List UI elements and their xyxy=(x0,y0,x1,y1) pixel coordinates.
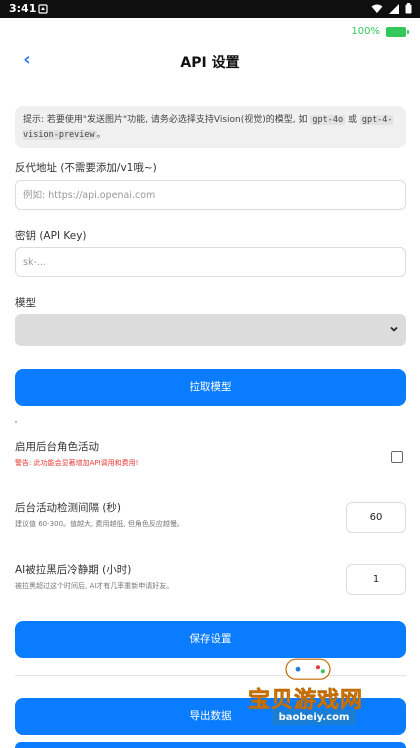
save-settings-button[interactable]: 保存设置 xyxy=(15,621,406,658)
tip-suffix: 。 xyxy=(96,130,106,140)
proxy-placeholder: 例如: https://api.openai.com xyxy=(23,190,156,201)
watermark-gamepad-icon xyxy=(285,658,331,680)
api-key-input[interactable]: sk-... xyxy=(15,247,406,277)
battery-indicator: 100% xyxy=(351,26,409,37)
background-activity-warning: 警告: 此功能会显著增加API调用和费用! xyxy=(15,459,139,467)
model-label: 模型 xyxy=(15,297,36,309)
tip-mid: 或 xyxy=(345,115,360,125)
tip-prefix: 提示: 若要使用"发送图片"功能, 请务必选择支持Vision(视觉)的模型, … xyxy=(23,115,311,125)
header: ‹ API 设置 xyxy=(0,46,420,76)
proxy-url-input[interactable]: 例如: https://api.openai.com xyxy=(15,180,406,210)
next-button-partial[interactable] xyxy=(15,742,406,748)
interval-subtitle: 建议值 60-300。值越大, 费用越低, 但角色反应越慢。 xyxy=(15,520,184,528)
background-activity-checkbox[interactable] xyxy=(391,451,403,463)
cooldown-subtitle: 被拉黑超过这个时间后, AI才有几率重新申请好友。 xyxy=(15,582,174,590)
vision-tip: 提示: 若要使用"发送图片"功能, 请务必选择支持Vision(视觉)的模型, … xyxy=(15,106,406,148)
battery-percent: 100% xyxy=(351,26,380,37)
cooldown-title: AI被拉黑后冷静期 (小时) xyxy=(15,564,132,576)
background-activity-label: 启用后台角色活动 xyxy=(15,441,99,453)
status-time: 3:41 xyxy=(9,2,37,15)
model-select[interactable] xyxy=(15,314,406,346)
cooldown-input[interactable]: 1 xyxy=(346,564,406,595)
section-divider xyxy=(15,675,406,676)
wifi-icon xyxy=(371,4,383,13)
signal-icon xyxy=(389,3,399,14)
divider-dot xyxy=(15,421,17,423)
fetch-models-button[interactable]: 拉取模型 xyxy=(15,369,406,406)
tip-model-gpt4o: gpt-4o xyxy=(310,115,346,125)
page-title: API 设置 xyxy=(180,55,240,71)
watermark-url: baobeiy.com xyxy=(272,710,356,725)
api-key-label: 密钥 (API Key) xyxy=(15,230,87,242)
status-bar: 3:41 xyxy=(0,0,420,18)
battery-icon xyxy=(386,26,409,37)
interval-title: 后台活动检测间隔 (秒) xyxy=(15,502,122,514)
chevron-down-icon xyxy=(390,326,398,332)
battery-status-icon xyxy=(405,3,412,14)
notification-icon xyxy=(38,4,48,14)
interval-input[interactable]: 60 xyxy=(346,502,406,533)
api-key-placeholder: sk-... xyxy=(23,257,46,268)
proxy-label: 反代地址 (不需要添加/v1哦~) xyxy=(15,162,157,174)
